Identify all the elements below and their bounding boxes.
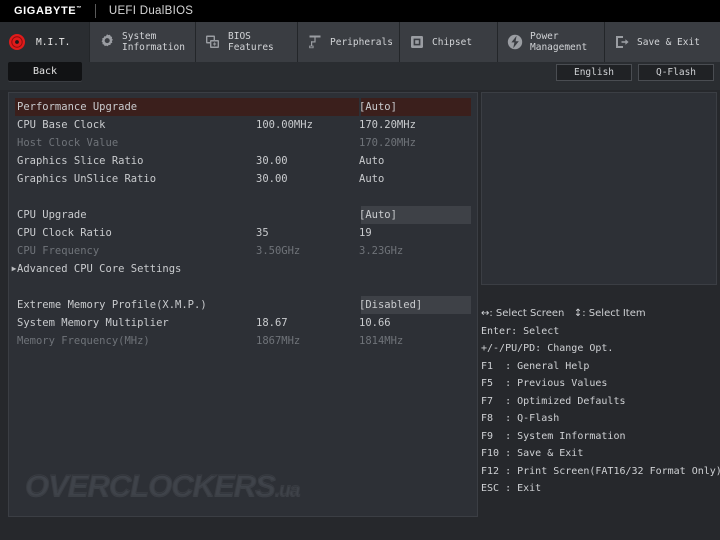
setting-label: Graphics Slice Ratio [17, 155, 144, 167]
setting-value[interactable]: 19 [359, 224, 469, 242]
help-line: F1 : General Help [481, 360, 590, 372]
chipset-icon [408, 33, 426, 51]
chip-add-icon [204, 33, 222, 51]
setting-label: Host Clock Value [17, 137, 119, 149]
gear-icon [98, 33, 116, 51]
setting-row-advanced-cpu-core-settings[interactable]: ▶ Advanced CPU Core Settings [9, 260, 477, 278]
settings-group-performance: Performance Upgrade [Auto] CPU Base Cloc… [9, 98, 477, 188]
setting-midvalue: 3.50GHz [256, 245, 301, 257]
setting-label: Graphics UnSlice Ratio [17, 173, 157, 185]
setting-value: 1814MHz [359, 335, 404, 347]
setting-midvalue: 30.00 [256, 155, 288, 167]
setting-row-cpu-base-clock[interactable]: CPU Base Clock 100.00MHz 170.20MHz [9, 116, 477, 134]
target-icon [8, 33, 26, 51]
setting-row-cpu-clock-ratio[interactable]: CPU Clock Ratio 35 19 [9, 224, 477, 242]
setting-value: 3.23GHz [359, 245, 404, 257]
tab-label-save-and-exit: Save & Exit [637, 36, 700, 48]
watermark-main: OVERCLOCKERS [25, 468, 277, 504]
gigabyte-logo: GIGABYTE™ [0, 5, 82, 17]
help-line: F8 : Q-Flash [481, 413, 560, 424]
setting-value[interactable]: 10.66 [359, 314, 469, 332]
setting-midvalue: 18.67 [256, 317, 288, 329]
setting-row-graphics-unslice-ratio[interactable]: Graphics UnSlice Ratio 30.00 Auto [9, 170, 477, 188]
help-key-legend: ↔: Select Screen ↕: Select Item Enter: S… [481, 305, 720, 517]
brand-subtitle: UEFI DualBIOS [108, 5, 194, 17]
setting-midvalue: 30.00 [256, 173, 288, 185]
setting-row-cpu-frequency: CPU Frequency 3.50GHz 3.23GHz [9, 242, 477, 260]
setting-midvalue: 100.00MHz [256, 119, 313, 131]
brand-bar: GIGABYTE™ UEFI DualBIOS [0, 0, 720, 22]
secondary-toolbar: Back English Q-Flash [0, 62, 720, 90]
tab-peripherals[interactable]: Peripherals [298, 22, 400, 62]
setting-label: System Memory Multiplier [17, 317, 169, 329]
brand-divider [94, 4, 96, 18]
tab-label-peripherals: Peripherals [330, 36, 393, 48]
setting-row-host-clock-value: Host Clock Value 170.20MHz [9, 134, 477, 152]
site-watermark: OVERCLOCKERS.ua [25, 468, 301, 504]
help-line: F5 : Previous Values [481, 378, 608, 389]
main-tab-bar: M.I.T. System Information BIOS Features … [0, 22, 720, 62]
description-panel [481, 92, 717, 285]
tab-label-mit: M.I.T. [36, 36, 71, 48]
help-line: ESC : Exit [481, 483, 542, 494]
tab-label-chipset: Chipset [432, 36, 473, 48]
setting-label: Performance Upgrade [17, 101, 138, 113]
settings-group-memory: Extreme Memory Profile(X.M.P.) [Disabled… [9, 296, 477, 350]
setting-value: 170.20MHz [359, 137, 416, 149]
help-line: +/-/PU/PD: Change Opt. [481, 343, 614, 354]
usb-plug-icon [306, 33, 324, 51]
watermark-suffix: .ua [274, 480, 300, 502]
toolbar-right-group: English Q-Flash [556, 64, 714, 81]
help-line: ↔: Select Screen ↕: Select Item [481, 308, 646, 319]
setting-midvalue: 1867MHz [256, 335, 301, 347]
tab-label-system-information: System Information [122, 31, 185, 53]
power-bolt-icon [506, 33, 524, 51]
help-line: F12 : Print Screen(FAT16/32 Format Only) [481, 465, 720, 477]
language-button[interactable]: English [556, 64, 632, 81]
tab-label-bios-features: BIOS Features [228, 31, 274, 53]
tab-label-power-management: Power Management [530, 31, 588, 53]
setting-value[interactable]: 170.20MHz [359, 116, 469, 134]
setting-label: CPU Upgrade [17, 209, 87, 221]
setting-row-performance-upgrade[interactable]: Performance Upgrade [Auto] [9, 98, 477, 116]
tab-system-information[interactable]: System Information [90, 22, 196, 62]
gigabyte-logo-text: GIGABYTE [14, 5, 77, 17]
setting-value[interactable]: [Disabled] [359, 296, 469, 314]
setting-row-memory-frequency: Memory Frequency(MHz) 1867MHz 1814MHz [9, 332, 477, 350]
back-button[interactable]: Back [8, 62, 82, 81]
exit-arrow-icon [613, 33, 631, 51]
help-line: F9 : System Information [481, 430, 626, 442]
trademark-mark: ™ [76, 5, 82, 12]
setting-row-cpu-upgrade[interactable]: CPU Upgrade [Auto] [9, 206, 477, 224]
setting-row-system-memory-multiplier[interactable]: System Memory Multiplier 18.67 10.66 [9, 314, 477, 332]
setting-label: CPU Clock Ratio [17, 227, 112, 239]
setting-value[interactable]: Auto [359, 152, 469, 170]
help-line: Enter: Select [481, 325, 560, 337]
settings-panel[interactable]: Performance Upgrade [Auto] CPU Base Cloc… [8, 92, 478, 517]
setting-value[interactable]: Auto [359, 170, 469, 188]
setting-row-extreme-memory-profile[interactable]: Extreme Memory Profile(X.M.P.) [Disabled… [9, 296, 477, 314]
setting-value[interactable]: [Auto] [359, 206, 469, 224]
qflash-button[interactable]: Q-Flash [638, 64, 714, 81]
tab-power-management[interactable]: Power Management [498, 22, 605, 62]
setting-label: Extreme Memory Profile(X.M.P.) [17, 299, 207, 311]
setting-label: CPU Frequency [17, 245, 100, 257]
setting-label: Memory Frequency(MHz) [17, 335, 150, 347]
tab-save-and-exit[interactable]: Save & Exit [605, 22, 720, 62]
tab-chipset[interactable]: Chipset [400, 22, 498, 62]
setting-row-graphics-slice-ratio[interactable]: Graphics Slice Ratio 30.00 Auto [9, 152, 477, 170]
setting-label: CPU Base Clock [17, 119, 106, 131]
tab-mit[interactable]: M.I.T. [0, 22, 90, 62]
help-line: F7 : Optimized Defaults [481, 395, 626, 407]
tab-bios-features[interactable]: BIOS Features [196, 22, 298, 62]
setting-midvalue: 35 [256, 227, 269, 239]
settings-group-cpu: CPU Upgrade [Auto] CPU Clock Ratio 35 19… [9, 206, 477, 278]
setting-label: Advanced CPU Core Settings [17, 263, 182, 275]
help-line: F10 : Save & Exit [481, 448, 584, 459]
setting-value[interactable]: [Auto] [359, 98, 469, 116]
